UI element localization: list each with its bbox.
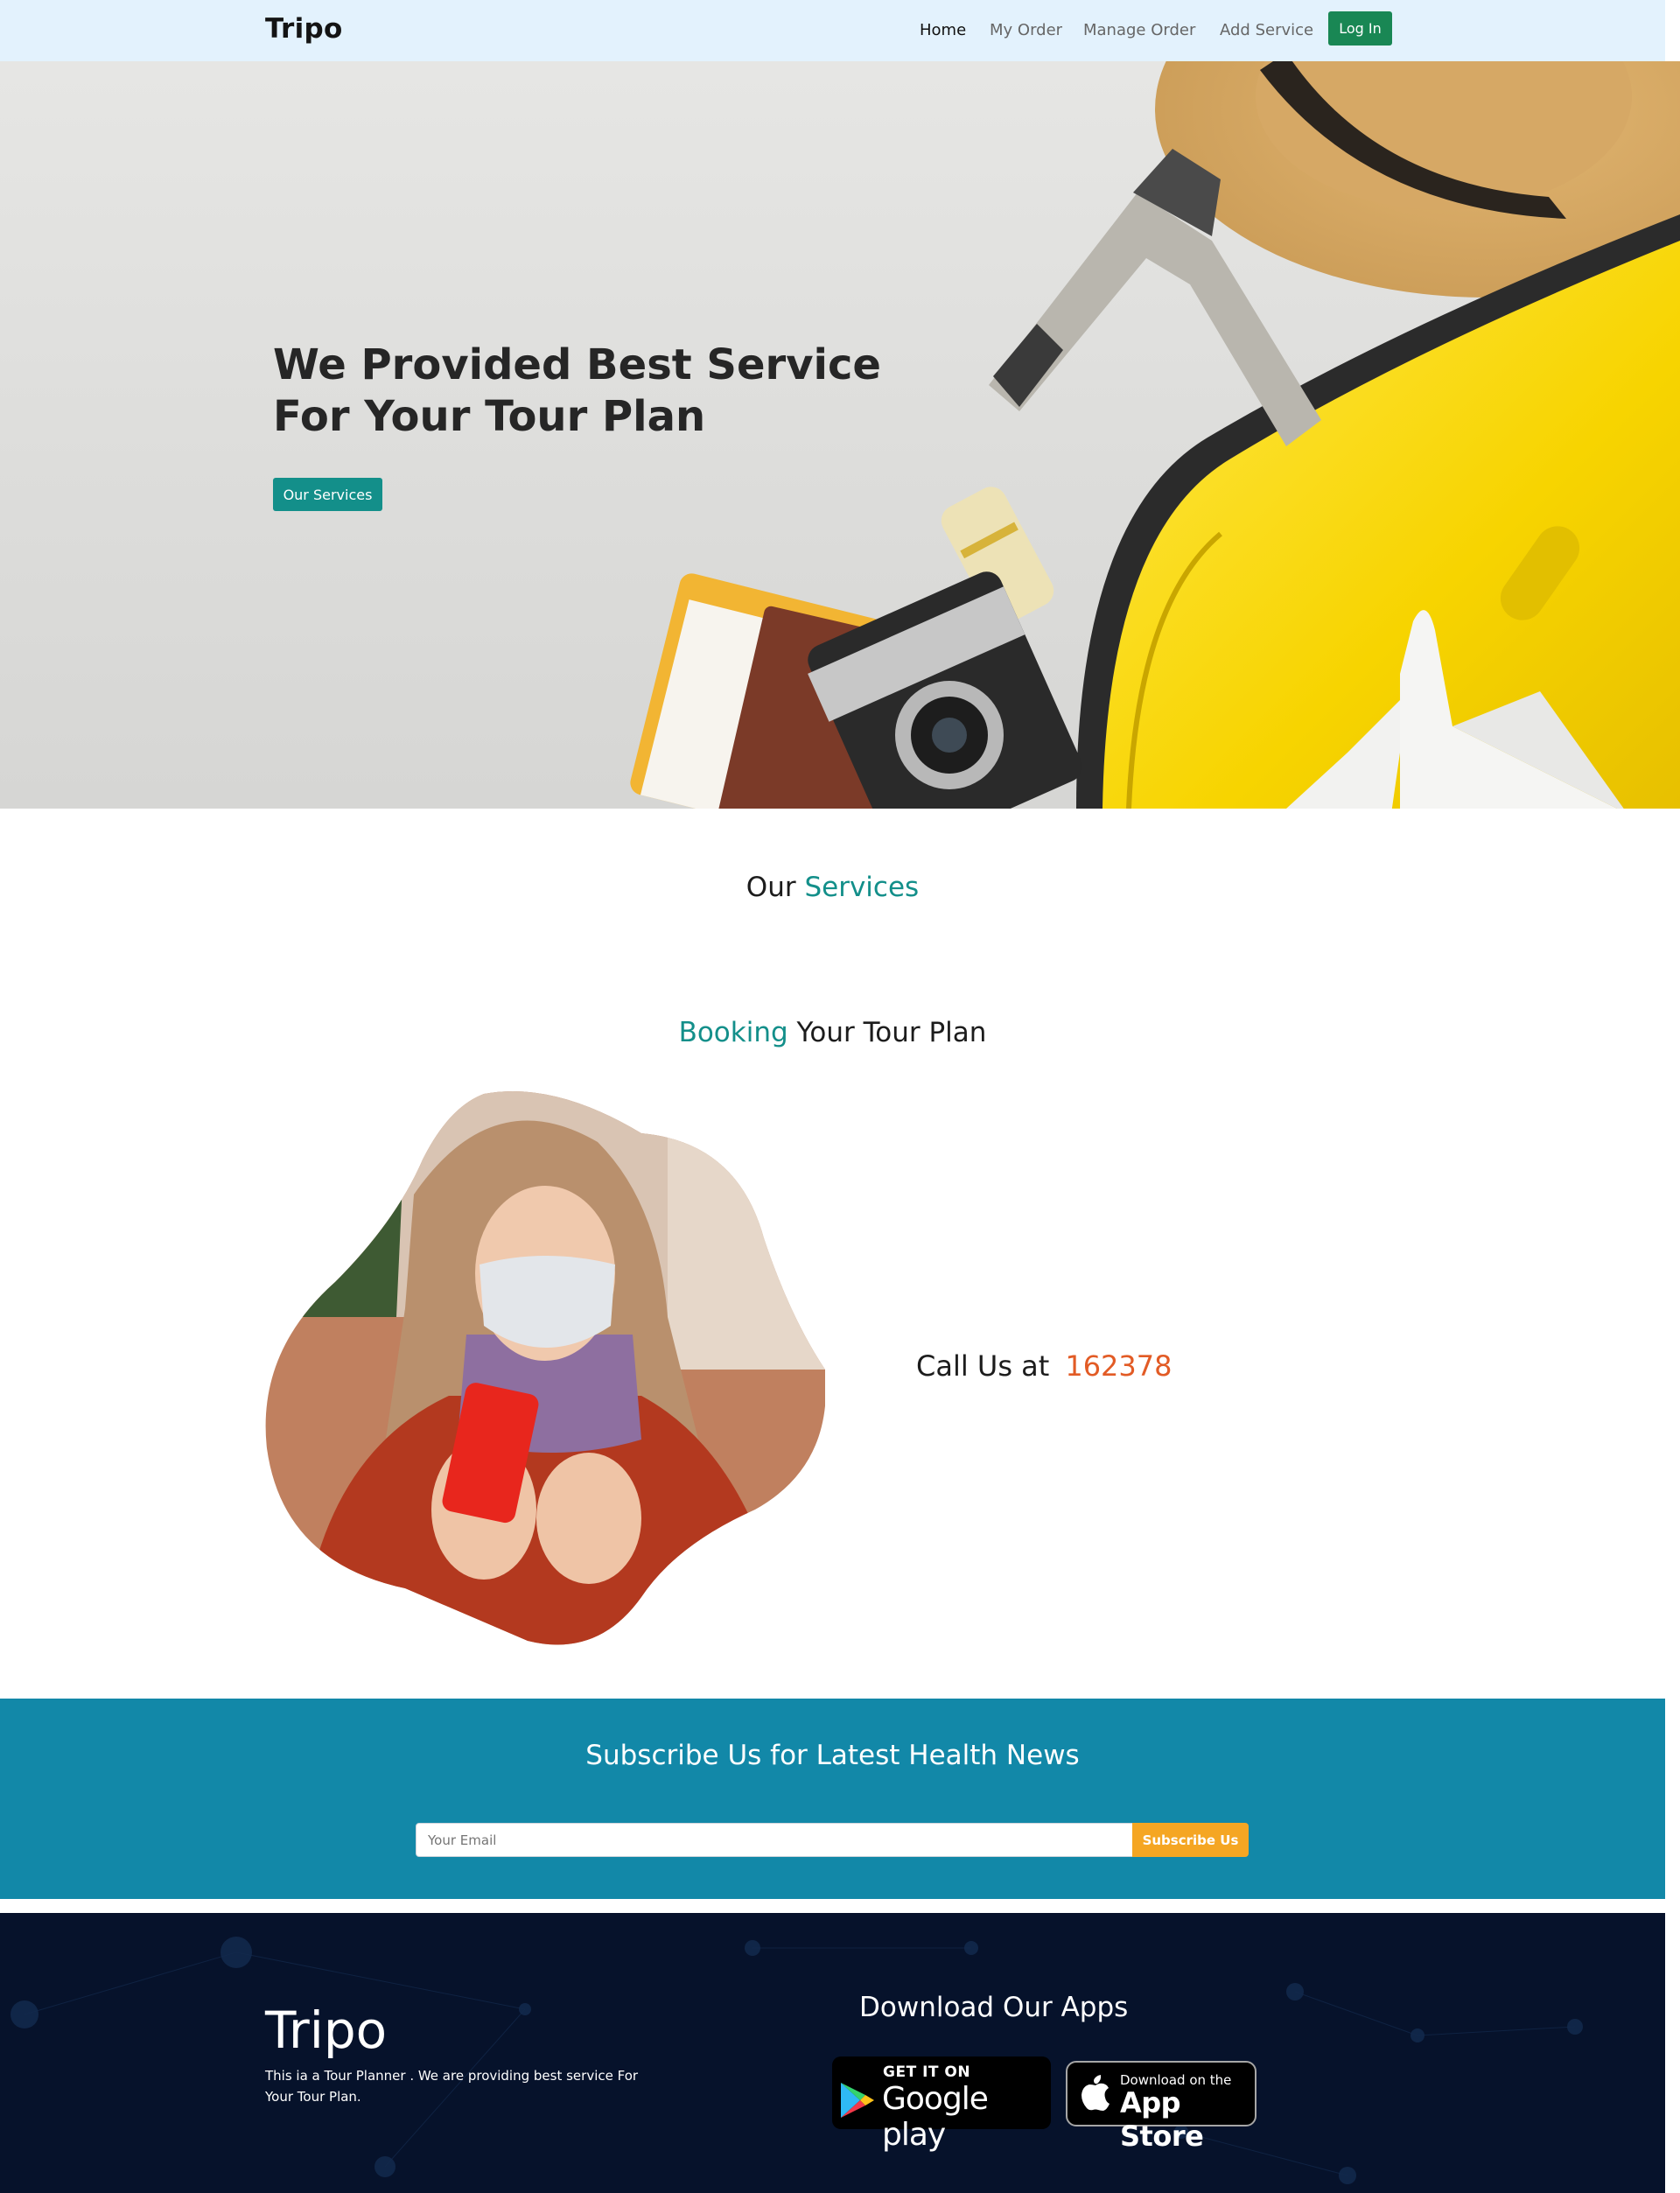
- brand-logo[interactable]: Tripo: [265, 13, 343, 45]
- hero-banner: We Provided Best Service For Your Tour P…: [0, 61, 1680, 809]
- apple-icon: [1082, 2075, 1110, 2111]
- call-us-text: Call Us at 162378: [916, 1349, 1172, 1383]
- app-store-badge[interactable]: Download on the App Store: [1066, 2061, 1256, 2153]
- top-navbar: Tripo Home My Order Manage Order Add Ser…: [0, 0, 1665, 61]
- call-us-number[interactable]: 162378: [1065, 1349, 1172, 1383]
- subscribe-button[interactable]: Subscribe Us: [1132, 1823, 1249, 1857]
- services-heading-accent: Services: [804, 872, 920, 903]
- google-play-big-text: Google play: [882, 2081, 989, 2153]
- nav-link-home[interactable]: Home: [920, 21, 966, 39]
- footer: Tripo This ia a Tour Planner . We are pr…: [0, 1913, 1665, 2193]
- app-store-big-text: App Store: [1120, 2086, 1204, 2153]
- call-us-label: Call Us at: [916, 1349, 1050, 1383]
- footer-description: This ia a Tour Planner . We are providin…: [265, 2068, 639, 2105]
- nav-link-add-service[interactable]: Add Service: [1220, 21, 1313, 39]
- subscribe-section: Subscribe Us for Latest Health News Subs…: [0, 1699, 1665, 1899]
- nav-link-manage-order[interactable]: Manage Order: [1083, 21, 1195, 39]
- subscribe-title: Subscribe Us for Latest Health News: [585, 1740, 1080, 1771]
- hero-title-line-2: For Your Tour Plan: [273, 392, 706, 441]
- google-play-small-text: GET IT ON: [883, 2063, 971, 2081]
- services-heading: Our Services: [0, 872, 1665, 903]
- footer-brand: Tripo: [265, 2000, 388, 2060]
- email-input[interactable]: [416, 1823, 1134, 1857]
- google-play-badge[interactable]: GET IT ON Google play: [832, 2056, 1051, 2153]
- our-services-button[interactable]: Our Services: [273, 478, 382, 511]
- google-play-icon: [841, 2083, 874, 2118]
- hero-title: We Provided Best Service For Your Tour P…: [273, 340, 903, 443]
- booking-heading-accent: Booking: [678, 1017, 788, 1048]
- booking-heading: Booking Your Tour Plan: [0, 1017, 1665, 1048]
- login-button[interactable]: Log In: [1328, 11, 1392, 46]
- nav-link-my-order[interactable]: My Order: [990, 21, 1062, 39]
- hero-title-line-1: We Provided Best Service: [273, 340, 881, 389]
- download-apps-title: Download Our Apps: [859, 1992, 1129, 2023]
- footer-network-background: [10, 1937, 1583, 2184]
- booking-woman-image: [265, 1091, 825, 1645]
- services-heading-prefix: Our: [746, 872, 796, 903]
- booking-heading-rest: Your Tour Plan: [796, 1017, 987, 1048]
